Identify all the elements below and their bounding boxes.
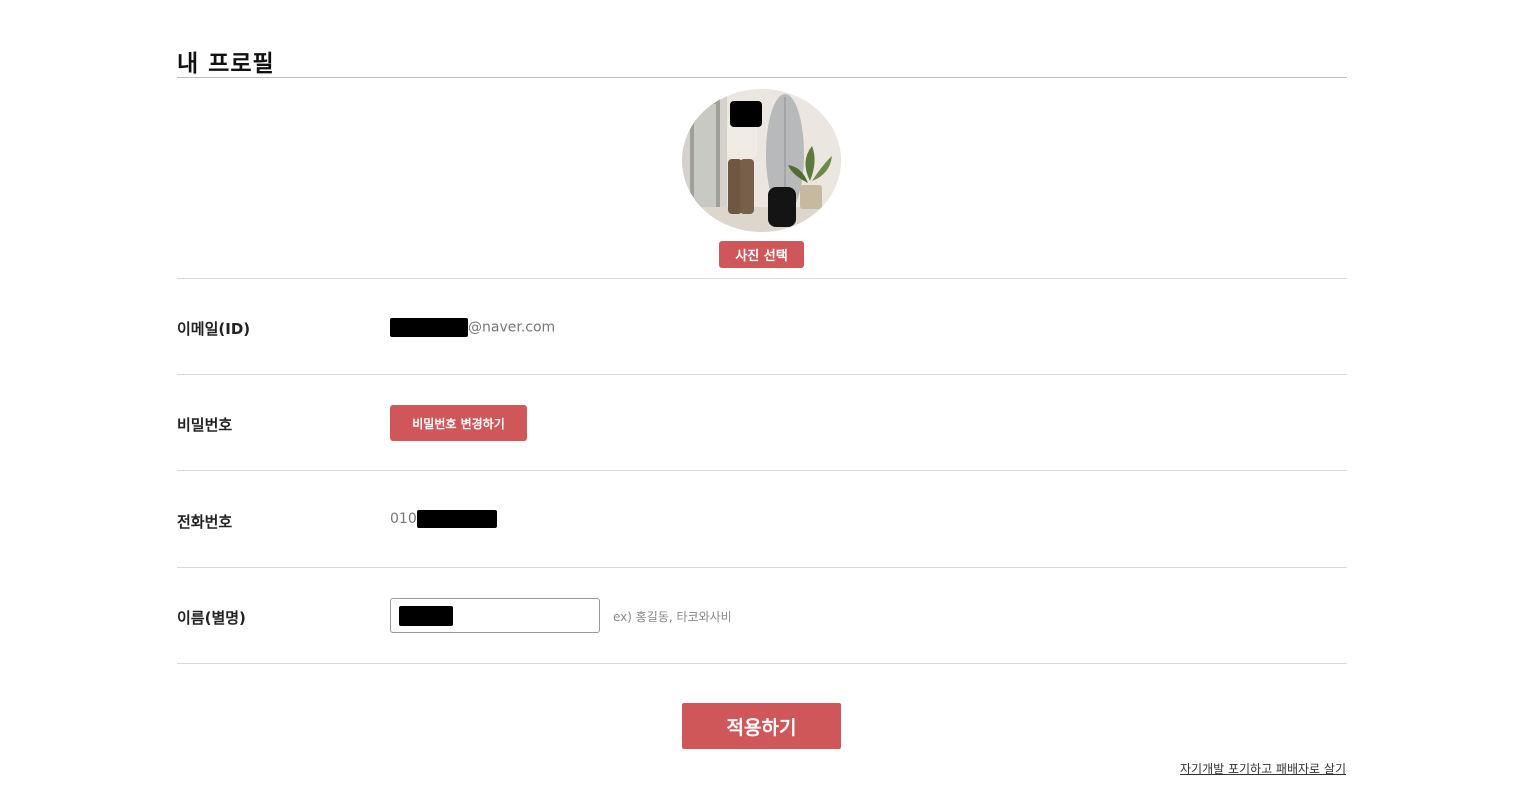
phone-prefix: 010 xyxy=(390,511,417,527)
phone-redaction xyxy=(416,510,497,528)
row-divider xyxy=(177,663,1347,664)
email-domain: @naver.com xyxy=(468,319,556,336)
section-divider xyxy=(177,278,1347,279)
change-password-button[interactable]: 비밀번호 변경하기 xyxy=(390,405,527,441)
phone-label: 전화번호 xyxy=(177,513,233,531)
nickname-hint: ex) 홍길동, 타코와사비 xyxy=(613,610,732,624)
profile-page: 내 프로필 사진 선택 이메일(ID) @naver.com 비밀번호 비밀번호… xyxy=(0,0,1524,806)
give-up-link[interactable]: 자기개발 포기하고 패배자로 살기 xyxy=(1180,760,1346,777)
row-divider xyxy=(177,470,1347,471)
title-divider xyxy=(177,77,1347,78)
password-label: 비밀번호 xyxy=(177,416,233,434)
email-value: @naver.com xyxy=(390,318,555,337)
profile-photo xyxy=(682,89,841,232)
page-title: 내 프로필 xyxy=(177,51,275,77)
email-redaction xyxy=(390,318,468,337)
name-label: 이름(별명) xyxy=(177,609,246,627)
email-label: 이메일(ID) xyxy=(177,320,251,338)
nickname-redaction xyxy=(399,605,453,626)
nickname-input[interactable] xyxy=(390,598,600,633)
select-photo-button[interactable]: 사진 선택 xyxy=(719,241,804,268)
profile-avatar xyxy=(682,89,841,232)
apply-button[interactable]: 적용하기 xyxy=(682,703,841,749)
row-divider xyxy=(177,374,1347,375)
phone-value: 010 xyxy=(390,510,497,528)
row-divider xyxy=(177,567,1347,568)
